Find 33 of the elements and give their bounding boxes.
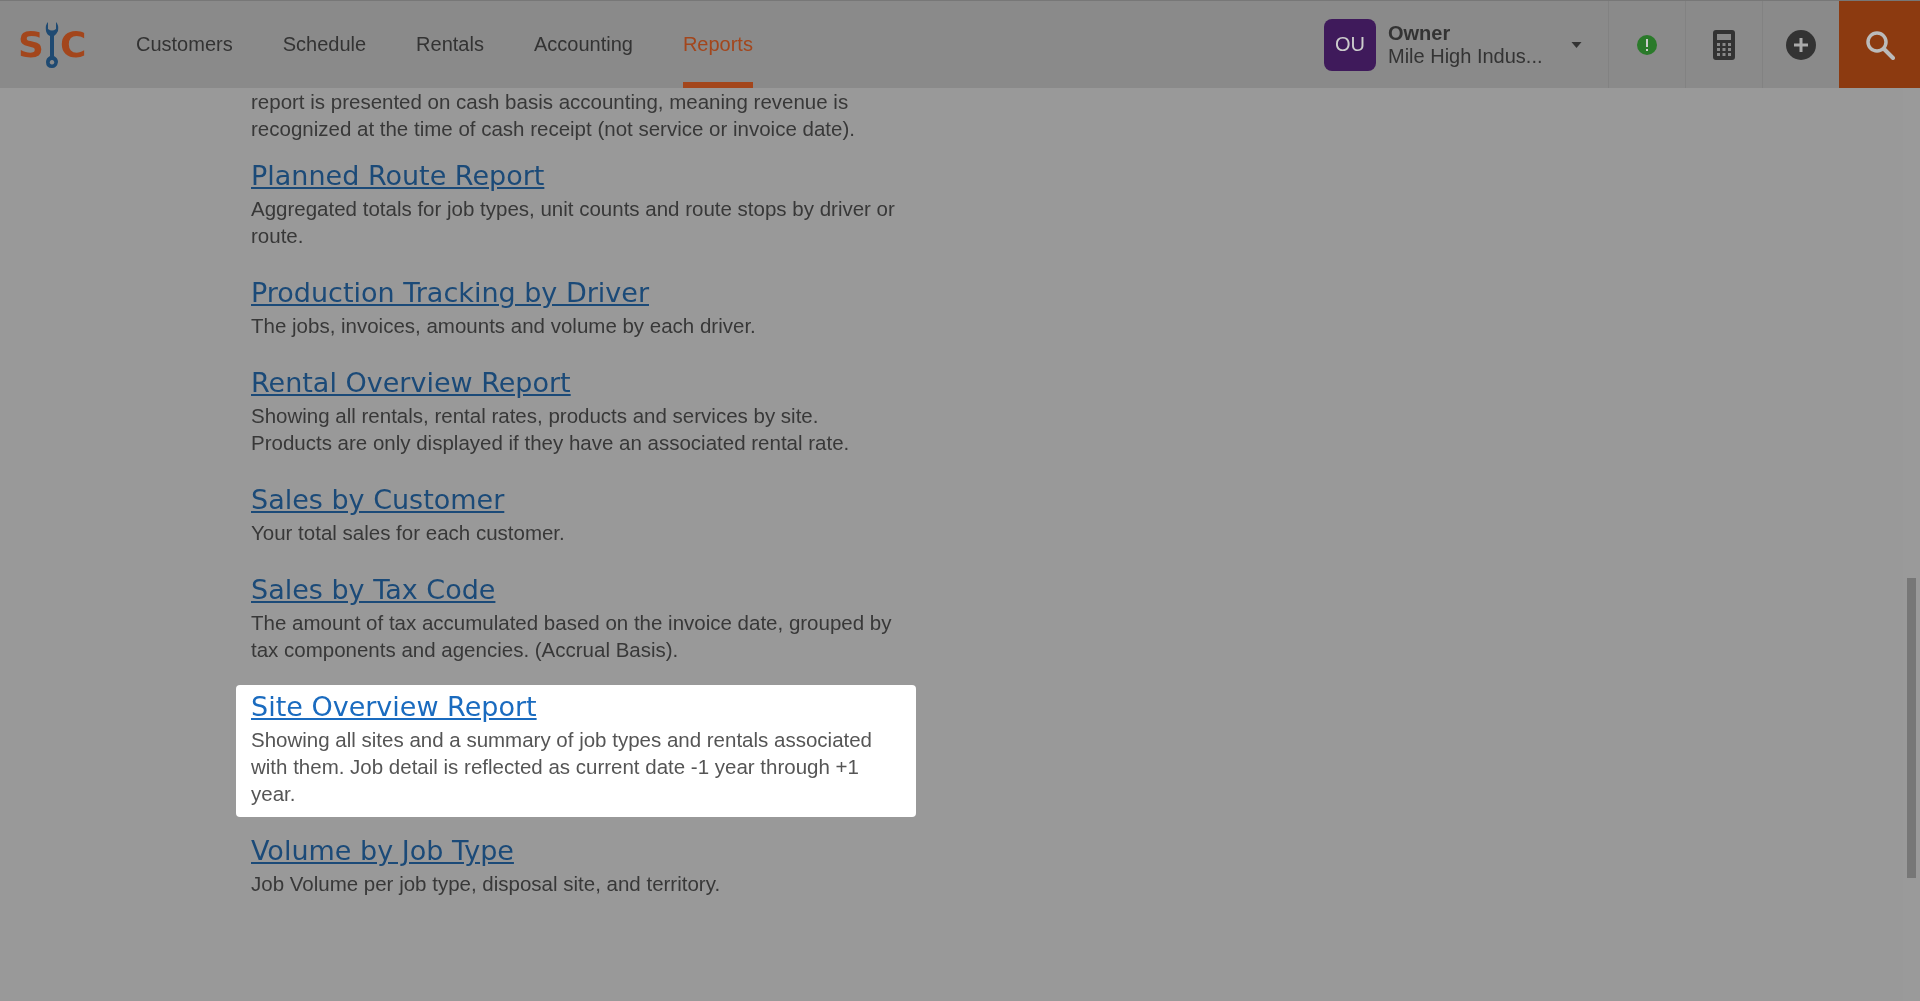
report-link[interactable]: Rental Overview Report	[251, 367, 571, 398]
report-link[interactable]: Sales by Customer	[251, 484, 505, 515]
nav-tab[interactable]: Accounting	[533, 1, 633, 88]
avatar: OU	[1324, 18, 1376, 71]
user-role: Owner	[1388, 21, 1452, 45]
report-description: The jobs, invoices, amounts and volume by each driver.	[251, 313, 757, 339]
report-description: The amount of tax accumulated based on the invoice date, grouped by tax components and agencies. (Accrual Basis).	[251, 610, 893, 663]
report-description: Aggregated totals for job types, unit counts and route stops by driver or route.	[251, 196, 896, 249]
nav-tab[interactable]: Rentals	[416, 1, 484, 88]
logo[interactable]: S C	[0, 1, 118, 88]
search-icon	[1864, 29, 1895, 60]
nav-tab[interactable]: Reports	[682, 1, 753, 88]
scrollbar-thumb[interactable]	[1907, 578, 1916, 878]
user-menu[interactable]: OU Owner Mile High Indus...	[1324, 1, 1608, 88]
report-link[interactable]: Site Overview Report	[251, 691, 537, 722]
report-link[interactable]: Sales by Tax Code	[251, 574, 496, 605]
nav-tab[interactable]: Schedule	[282, 1, 367, 88]
report-link[interactable]: Volume by Job Type	[251, 835, 514, 866]
caret-icon	[1571, 41, 1582, 48]
nav-tab[interactable]: Customers	[136, 1, 233, 88]
intro-text: report is presented on cash basis accounting, meaning revenue is recognized at the time of cash receipt (not service or invoice date).	[250, 89, 856, 142]
report-link[interactable]: Production Tracking by Driver	[251, 277, 649, 308]
report-description: Your total sales for each customer.	[251, 520, 566, 546]
wrench-icon	[44, 21, 59, 68]
company-name: Mile High Indus...	[1388, 44, 1544, 68]
plus-icon	[1786, 29, 1816, 60]
report-description: Job Volume per job type, disposal site, and territory.	[251, 871, 722, 897]
report-link[interactable]: Planned Route Report	[251, 160, 545, 191]
calculator-icon	[1713, 29, 1735, 60]
alert-icon	[1637, 34, 1657, 55]
search-button[interactable]	[1839, 1, 1920, 88]
report-description: Showing all sites and a summary of job types and rentals associated with them. Job detail is reflected as current date -1 year through +1 year.	[251, 727, 874, 807]
report-description: Showing all rentals, rental rates, products and services by site. Products are only displayed if they have an associated rental rate.	[251, 403, 851, 456]
